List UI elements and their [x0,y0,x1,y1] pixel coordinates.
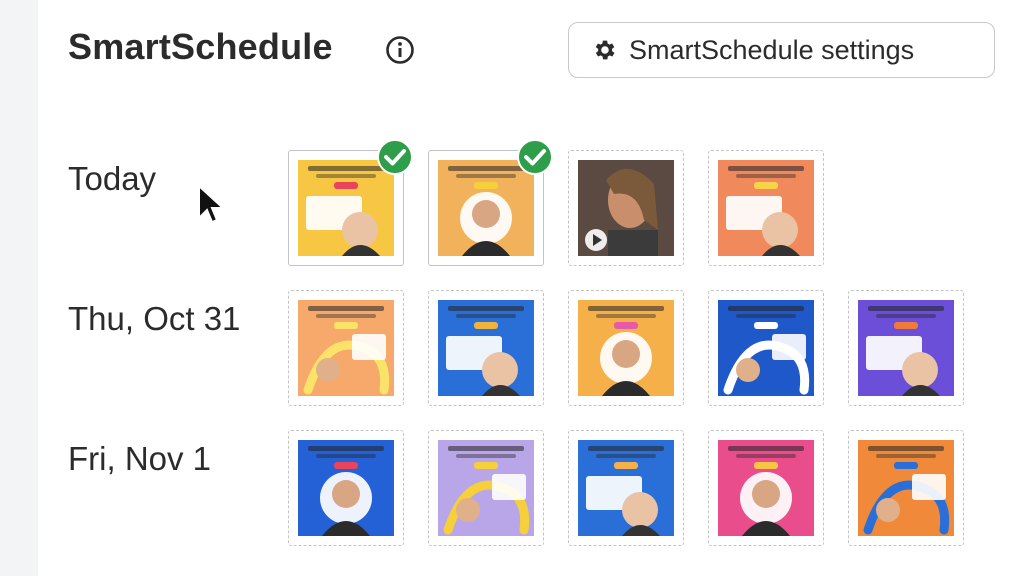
post-thumbnail-image [438,440,534,536]
mouse-cursor-icon [198,184,226,224]
post-thumbnail-image [718,160,814,256]
day-label: Today [68,160,157,197]
post-image [298,300,394,396]
scheduled-post-thumbnail[interactable] [288,290,404,406]
scheduled-post-thumbnail[interactable] [568,430,684,546]
scheduled-post-thumbnail[interactable] [708,430,824,546]
post-thumbnail-image [298,300,394,396]
scheduled-post-thumbnail[interactable] [708,290,824,406]
post-image [578,160,674,256]
scheduled-post-thumbnail[interactable] [568,290,684,406]
scheduled-post-thumbnail[interactable] [848,430,964,546]
scheduled-post-thumbnail[interactable] [708,150,824,266]
post-thumbnail-image [298,440,394,536]
post-image [438,300,534,396]
posted-post-thumbnail[interactable] [428,139,553,266]
day-label: Thu, Oct 31 [68,300,241,337]
post-image [298,440,394,536]
post-image [578,440,674,536]
post-image [718,300,814,396]
post-thumbnail-image [858,440,954,536]
post-image [718,440,814,536]
post-image [858,300,954,396]
day-label: Fri, Nov 1 [68,440,212,477]
posted-check-icon [377,139,413,175]
post-thumbnail-image [718,300,814,396]
post-image [718,160,814,256]
posted-check-icon [517,139,553,175]
settings-button-label: SmartSchedule settings [629,34,915,65]
post-thumbnail-image [438,300,534,396]
post-image [858,440,954,536]
scheduled-post-thumbnail[interactable] [848,290,964,406]
post-image [438,440,534,536]
posted-post-thumbnail[interactable] [288,139,413,266]
scheduled-post-thumbnail[interactable] [428,290,544,406]
post-thumbnail-image [578,300,674,396]
scheduled-post-thumbnail[interactable] [288,430,404,546]
post-thumbnail-image [718,440,814,536]
scheduled-post-thumbnail[interactable] [568,150,684,266]
post-thumbnail-image [578,440,674,536]
gear-icon [595,40,615,60]
post-thumbnail-image [578,160,674,256]
sidebar-edge [0,0,38,576]
smartschedule-settings-button[interactable]: SmartSchedule settings [568,22,995,78]
info-icon[interactable] [384,34,416,66]
post-thumbnail-image [858,300,954,396]
post-image [578,300,674,396]
scheduled-post-thumbnail[interactable] [428,430,544,546]
page-title: SmartSchedule [68,26,333,67]
